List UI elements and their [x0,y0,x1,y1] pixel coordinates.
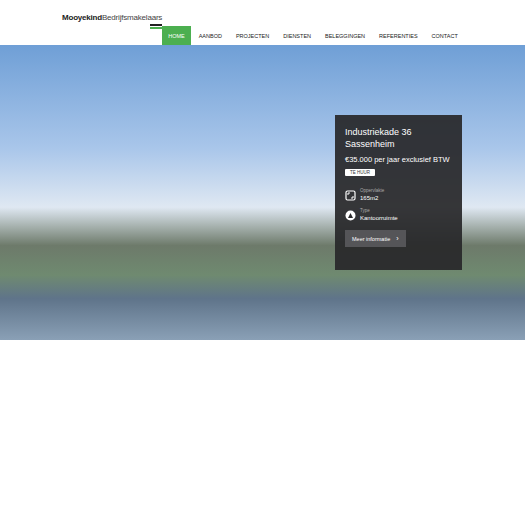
spec-value: Kantoorruimte [360,214,398,222]
area-icon [345,190,356,201]
listing-city: Sassenheim [345,138,452,150]
more-info-button[interactable]: Meer informatie › [345,230,406,247]
logo-mark-icon [150,24,162,29]
spec-label: Oppervlakte [360,188,384,194]
listing-price: €35.000 per jaar exclusief BTW TE HUUR [345,154,452,178]
spec-row: Oppervlakte165m2 [345,188,452,202]
nav-item[interactable]: HOME [162,26,191,45]
nav-item[interactable]: PROJECTEN [230,26,275,45]
nav-item[interactable]: CONTACT [426,26,464,45]
building-icon [345,210,356,221]
listing-title[interactable]: Industriekade 36 [345,126,452,138]
spec-value: 165m2 [360,194,384,202]
hero: Industriekade 36Sassenheim €35.000 per ja… [0,45,525,340]
nav-item[interactable]: AANBOD [193,26,228,45]
status-badge: TE HUUR [345,169,375,176]
logo-light: Bedrijfsmakelaars [102,13,162,22]
listing-card: Industriekade 36Sassenheim €35.000 per ja… [335,115,462,270]
logo[interactable]: MooyekindBedrijfsmakelaars [62,0,162,45]
chevron-icon: › [396,235,398,242]
more-info-label: Meer informatie [352,236,390,242]
nav-item[interactable]: BELEGGINGEN [319,26,371,45]
spec-text: Oppervlakte165m2 [360,188,384,202]
header: MooyekindBedrijfsmakelaarsHOMEAANBODPROJ… [0,0,525,45]
page: MooyekindBedrijfsmakelaarsHOMEAANBODPROJ… [0,0,525,525]
spec-label: Type [360,208,398,214]
spec-list: Oppervlakte165m2 TypeKantoorruimte [345,188,452,222]
nav-item[interactable]: DIENSTEN [277,26,317,45]
content-area [0,340,525,525]
spec-text: TypeKantoorruimte [360,208,398,222]
nav-item[interactable]: REFERENTIES [373,26,424,45]
spec-row: TypeKantoorruimte [345,208,452,222]
logo-bold: Mooyekind [62,13,102,22]
main-nav: HOMEAANBODPROJECTENDIENSTENBELEGGINGENRE… [162,0,464,45]
